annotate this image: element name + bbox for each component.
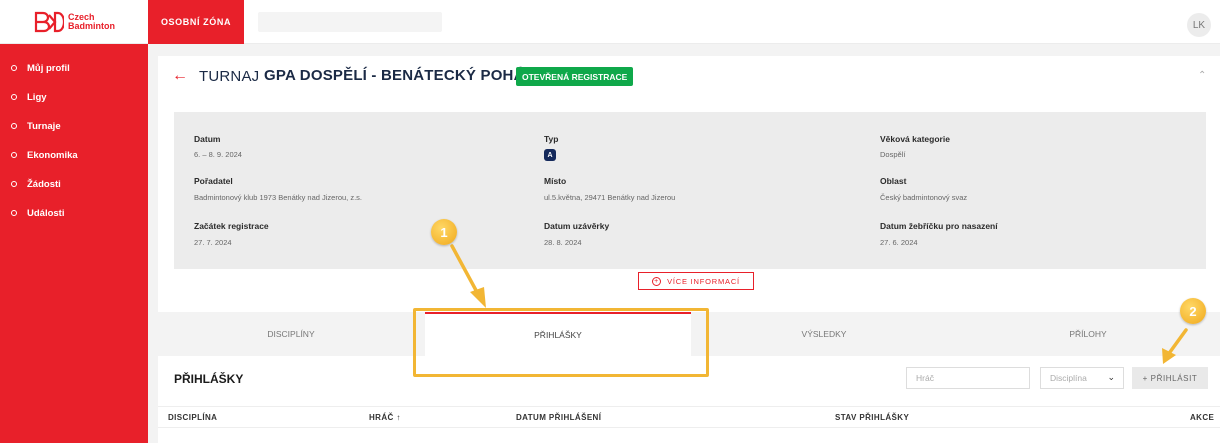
discipline-select[interactable]: Disciplína ⌄ [1040,367,1124,389]
player-filter-input[interactable]: Hráč [906,367,1030,389]
detail-value-region: Český badmintonový svaz [880,193,968,202]
detail-label-ranking-date: Datum žebříčku pro nasazení [880,221,998,231]
circle-bullet-icon [11,94,17,100]
detail-label-registration-start: Začátek registrace [194,221,269,231]
logo-text: Czech Badminton [68,13,115,31]
registration-status-badge: OTEVŘENÁ REGISTRACE [516,67,634,86]
tab-disciplines[interactable]: DISCIPLÍNY [158,312,424,356]
circle-bullet-icon [11,65,17,71]
annotation-highlight-box [413,308,709,377]
chevron-up-icon[interactable]: ⌃ [1198,70,1206,81]
annotation-step-2: 2 [1180,298,1206,324]
detail-label-region: Oblast [880,176,907,186]
discipline-select-value: Disciplína [1050,373,1087,383]
sidebar-item-label: Ekonomika [27,149,78,161]
back-arrow-icon[interactable]: ← [172,67,190,85]
personal-zone-tab[interactable]: OSOBNÍ ZÓNA [148,0,244,44]
sidebar-item-economy[interactable]: Ekonomika [11,147,78,163]
sidebar-item-label: Turnaje [27,120,61,132]
more-info-label: VÍCE INFORMACÍ [667,276,740,286]
detail-value-venue: ul.5.května, 29471 Benátky nad Jizerou [544,193,676,202]
sidebar-item-profile[interactable]: Můj profil [11,60,70,76]
column-header-player[interactable]: HRÁČ ↑ [369,413,401,422]
detail-label-date: Datum [194,134,221,144]
sidebar-item-label: Ligy [27,91,47,103]
column-header-discipline[interactable]: DISCIPLÍNA [168,413,217,422]
main-content: ← TURNAJ GPA DOSPĚLÍ - BENÁTECKÝ POHÁR O… [148,44,1220,443]
circle-bullet-icon [11,210,17,216]
sidebar-item-label: Události [27,207,65,219]
annotation-step-1: 1 [431,219,457,245]
top-bar: Czech Badminton OSOBNÍ ZÓNA LK [0,0,1220,44]
app-root: Czech Badminton OSOBNÍ ZÓNA LK Můj profi… [0,0,1220,443]
top-search-field[interactable] [258,12,442,32]
circle-bullet-icon [11,181,17,187]
tournament-card: ← TURNAJ GPA DOSPĚLÍ - BENÁTECKÝ POHÁR O… [158,56,1220,443]
more-info-button[interactable]: + VÍCE INFORMACÍ [638,272,754,290]
logo-line-2: Badminton [68,21,115,31]
tournament-title: GPA DOSPĚLÍ - BENÁTECKÝ POHÁR [264,67,536,84]
circle-bullet-icon [11,123,17,129]
tab-attachments[interactable]: PŘÍLOHY [956,312,1220,356]
detail-value-date: 6. – 8. 9. 2024 [194,150,242,159]
type-badge: A [544,149,556,161]
column-header-actions[interactable]: AKCE [1190,413,1214,422]
sidebar: Můj profil Ligy Turnaje Ekonomika Žádost… [0,44,148,443]
column-header-application-status[interactable]: STAV PŘIHLÁŠKY [835,413,909,422]
detail-value-registration-start: 27. 7. 2024 [194,238,232,247]
title-prefix: TURNAJ [199,68,260,85]
applications-table-header: DISCIPLÍNA HRÁČ ↑ DATUM PŘIHLÁŠENÍ STAV … [158,406,1220,428]
detail-label-type: Typ [544,134,559,144]
detail-label-deadline: Datum uzávěrky [544,221,610,231]
tournament-header: ← TURNAJ GPA DOSPĚLÍ - BENÁTECKÝ POHÁR O… [158,56,1220,98]
sidebar-item-requests[interactable]: Žádosti [11,176,61,192]
user-avatar[interactable]: LK [1187,13,1211,37]
tab-results[interactable]: VÝSLEDKY [692,312,956,356]
detail-value-deadline: 28. 8. 2024 [544,238,582,247]
sidebar-item-leagues[interactable]: Ligy [11,89,47,105]
sidebar-item-events[interactable]: Události [11,205,64,221]
plus-circle-icon: + [652,276,662,286]
applications-section-title: PŘIHLÁŠKY [174,372,244,386]
sidebar-item-label: Žádosti [27,178,61,190]
detail-value-ranking-date: 27. 6. 2024 [880,238,918,247]
chevron-down-icon: ⌄ [1107,372,1115,382]
sidebar-item-label: Můj profil [27,62,70,74]
detail-label-organizer: Pořadatel [194,176,233,186]
czech-badminton-logo[interactable]: Czech Badminton [34,9,115,35]
detail-value-age-category: Dospělí [880,150,906,159]
sidebar-item-tournaments[interactable]: Turnaje [11,118,61,134]
detail-value-organizer: Badmintonový klub 1973 Benátky nad Jizer… [194,193,363,202]
tournament-details: Datum 6. – 8. 9. 2024 Typ A Věková kateg… [174,112,1206,269]
column-header-application-date[interactable]: DATUM PŘIHLÁŠENÍ [516,413,601,422]
circle-bullet-icon [11,152,17,158]
detail-label-age-category: Věková kategorie [880,134,950,144]
register-button[interactable]: + PŘIHLÁSIT [1132,367,1208,389]
badminton-logo-icon [34,11,64,33]
detail-label-venue: Místo [544,176,567,186]
